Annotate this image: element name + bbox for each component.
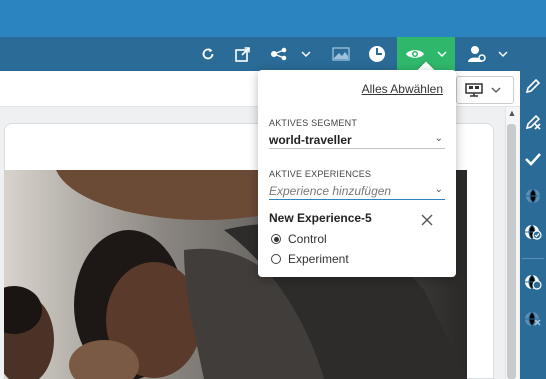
share-icon[interactable]: [269, 37, 289, 71]
radio-button[interactable]: [271, 254, 281, 264]
experiences-label: AKTIVE EXPERIENCES: [269, 169, 372, 179]
edit-clear-icon[interactable]: [520, 108, 546, 136]
deselect-all-link[interactable]: Alles Abwählen: [362, 82, 443, 96]
experience-placeholder: Experience hinzufügen: [269, 183, 392, 198]
refresh-icon[interactable]: [199, 37, 217, 71]
user-settings-icon[interactable]: [466, 37, 488, 71]
close-icon[interactable]: [421, 213, 435, 227]
segment-value: world-traveller: [269, 132, 352, 147]
globe-check-icon[interactable]: [520, 218, 546, 246]
history-icon[interactable]: [366, 37, 388, 71]
device-preview-select[interactable]: [456, 76, 514, 104]
variant-label: Control: [288, 232, 327, 246]
edit-pencil-icon[interactable]: [520, 72, 546, 100]
globe-icon[interactable]: [520, 182, 546, 210]
chevron-down-icon: ⌄: [434, 133, 443, 144]
monitor-icon: [465, 83, 483, 97]
image-icon[interactable]: [330, 37, 352, 71]
globe-refresh-icon[interactable]: [520, 268, 546, 296]
chevron-down-icon[interactable]: [299, 37, 313, 71]
chevron-down-icon: ⌄: [434, 184, 443, 195]
chevron-down-icon: [491, 87, 501, 93]
segment-select[interactable]: world-traveller ⌄: [269, 131, 445, 149]
external-link-icon[interactable]: [233, 37, 253, 71]
chevron-down-icon[interactable]: [496, 37, 510, 71]
experience-input[interactable]: Experience hinzufügen ⌄: [269, 182, 445, 200]
variant-label: Experiment: [288, 252, 349, 266]
chevron-down-icon: [437, 51, 447, 57]
scrollbar-thumb[interactable]: [507, 124, 516, 379]
app-header: [0, 0, 546, 37]
radio-button[interactable]: [271, 234, 281, 244]
experience-popover: Alles Abwählen AKTIVES SEGMENT world-tra…: [258, 70, 456, 277]
scroll-up-icon[interactable]: ▲: [507, 108, 517, 120]
variant-experiment[interactable]: Experiment: [271, 252, 349, 266]
sidebar-divider: [522, 258, 544, 259]
check-icon[interactable]: [520, 145, 546, 173]
globe-remove-icon[interactable]: [520, 305, 546, 333]
variant-control[interactable]: Control: [271, 232, 327, 246]
experience-title: New Experience-5: [269, 211, 372, 225]
eye-icon: [405, 48, 425, 60]
segment-label: AKTIVES SEGMENT: [269, 118, 358, 128]
